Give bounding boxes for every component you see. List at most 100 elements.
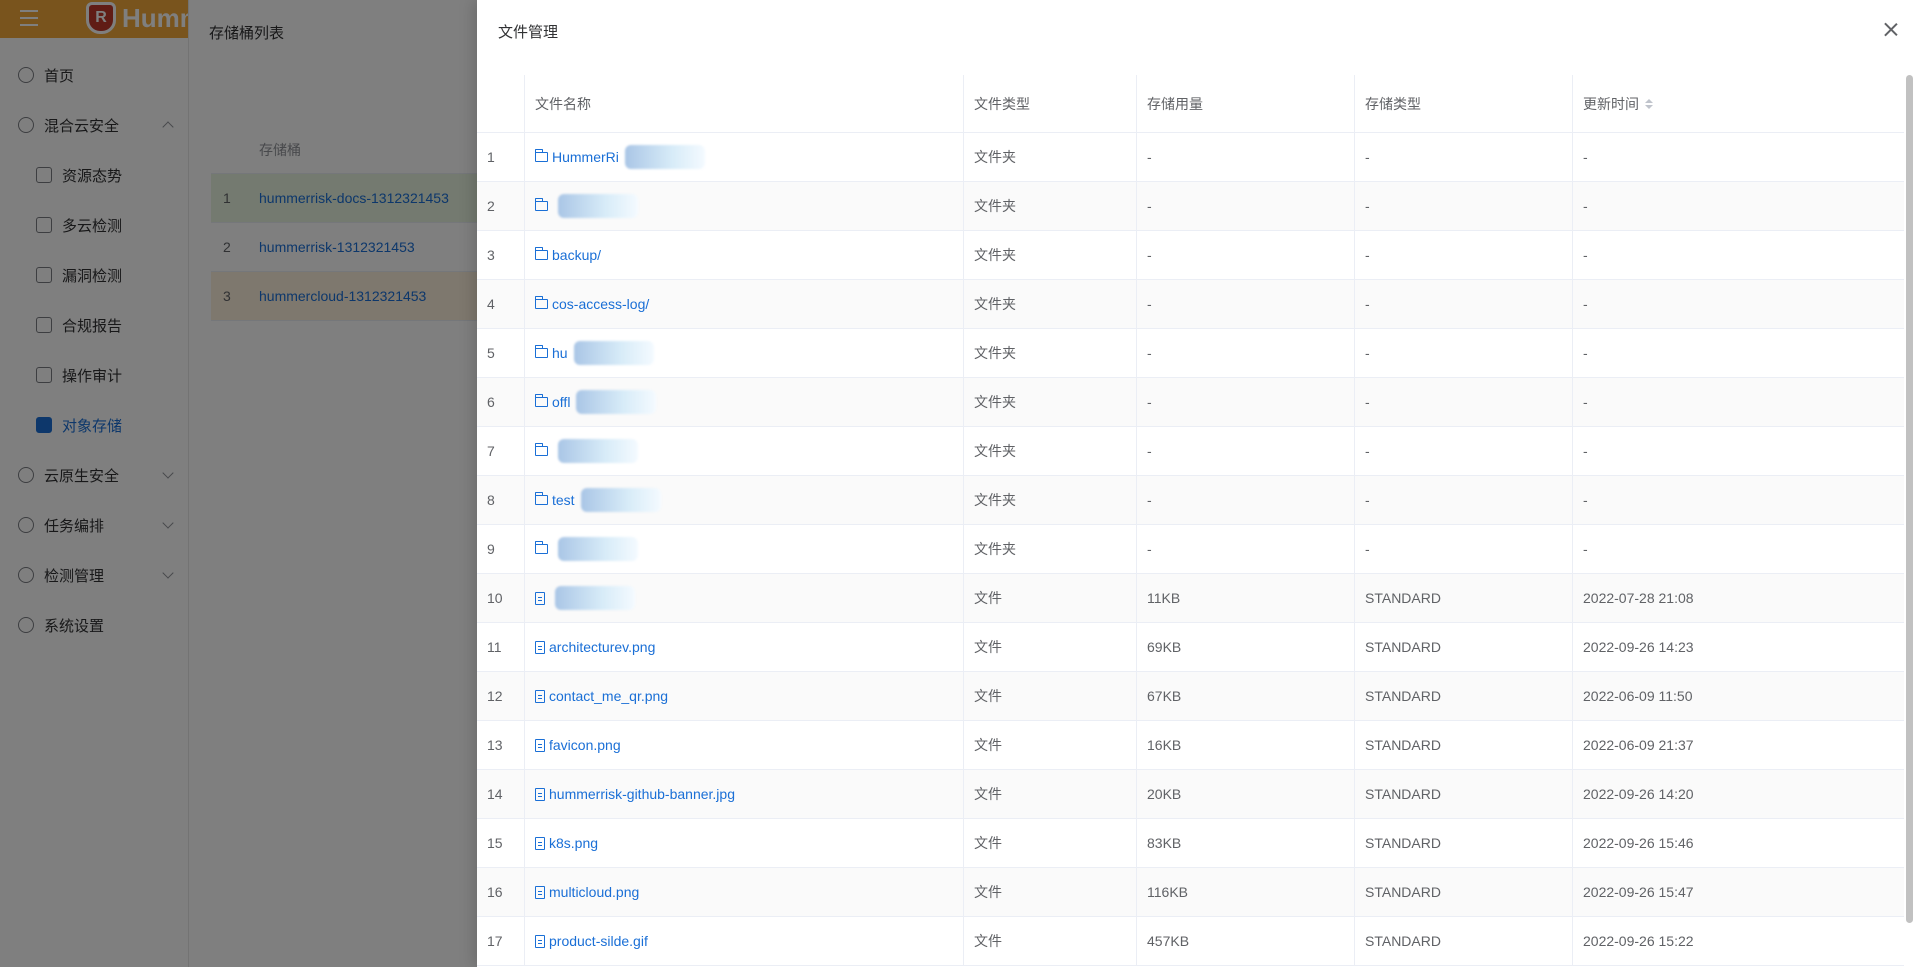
folder-link[interactable]: HummerRi [535, 145, 705, 169]
folder-icon [535, 198, 548, 211]
table-row: 6 offl 文件夹 - - - [477, 378, 1904, 427]
table-row: 9 文件夹 - - - [477, 525, 1904, 574]
folder-link[interactable] [535, 537, 638, 561]
file-link[interactable]: multicloud.png [535, 884, 639, 900]
file-name-cell: hummerrisk-github-banner.jpg [525, 770, 964, 818]
folder-link[interactable]: backup/ [535, 247, 601, 263]
storage-class: - [1355, 329, 1573, 377]
file-icon [535, 885, 545, 899]
storage-class: - [1355, 231, 1573, 279]
file-name-cell: favicon.png [525, 721, 964, 769]
folder-link[interactable]: test [535, 488, 661, 512]
file-name-cell: multicloud.png [525, 868, 964, 916]
file-name-cell: cos-access-log/ [525, 280, 964, 328]
storage-class: - [1355, 133, 1573, 181]
storage-class: - [1355, 280, 1573, 328]
file-type: 文件夹 [964, 280, 1137, 328]
redacted-name [558, 194, 638, 218]
folder-link[interactable]: cos-access-log/ [535, 296, 649, 312]
file-type: 文件 [964, 721, 1137, 769]
file-size: 457KB [1137, 917, 1355, 965]
file-link[interactable]: contact_me_qr.png [535, 688, 668, 704]
file-name-cell: offl [525, 378, 964, 426]
file-link[interactable]: product-silde.gif [535, 933, 648, 949]
file-name: test [552, 492, 575, 508]
table-row: 14 hummerrisk-github-banner.jpg 文件 20KB STAN… [477, 770, 1904, 819]
folder-link[interactable] [535, 439, 638, 463]
column-header-updated[interactable]: 更新时间 [1573, 75, 1904, 132]
row-index: 3 [477, 231, 525, 279]
storage-class: STANDARD [1355, 770, 1573, 818]
close-icon[interactable] [1880, 19, 1902, 41]
file-type: 文件 [964, 819, 1137, 867]
row-index: 10 [477, 574, 525, 622]
table-row: 7 文件夹 - - - [477, 427, 1904, 476]
file-name-cell [525, 574, 964, 622]
file-name: hummerrisk-github-banner.jpg [549, 786, 735, 802]
file-link[interactable] [535, 586, 635, 610]
folder-link[interactable]: hu [535, 341, 654, 365]
file-type: 文件 [964, 623, 1137, 671]
redacted-name [573, 341, 654, 365]
file-icon [535, 934, 545, 948]
file-size: - [1137, 427, 1355, 475]
updated-time: 2022-09-26 15:47 [1583, 884, 1694, 900]
updated-time: 2022-09-26 15:46 [1583, 835, 1694, 851]
file-link[interactable]: k8s.png [535, 835, 598, 851]
sort-icon[interactable] [1645, 98, 1653, 109]
column-header-updated-label: 更新时间 [1583, 95, 1639, 112]
file-size: 83KB [1137, 819, 1355, 867]
file-name-cell [525, 427, 964, 475]
folder-icon [535, 247, 548, 260]
file-name-cell [525, 182, 964, 230]
file-name-cell: hu [525, 329, 964, 377]
file-size: 16KB [1137, 721, 1355, 769]
folder-icon [535, 296, 548, 309]
folder-link[interactable] [535, 194, 638, 218]
file-size: 116KB [1137, 868, 1355, 916]
file-name-cell: contact_me_qr.png [525, 672, 964, 720]
file-icon [535, 836, 545, 850]
row-index: 15 [477, 819, 525, 867]
file-name-cell: product-silde.gif [525, 917, 964, 965]
table-row: 4 cos-access-log/文件夹 - - - [477, 280, 1904, 329]
file-name-cell: backup/ [525, 231, 964, 279]
file-name: multicloud.png [549, 884, 640, 900]
row-index: 4 [477, 280, 525, 328]
file-type: 文件 [964, 917, 1137, 965]
file-size: 20KB [1137, 770, 1355, 818]
updated-time: - [1583, 443, 1588, 459]
table-row: 11 architecturev.png 文件 69KB STANDARD 2022-09… [477, 623, 1904, 672]
table-row: 1 HummerRi 文件夹 - - - [477, 133, 1904, 182]
file-size: - [1137, 378, 1355, 426]
file-type: 文件夹 [964, 231, 1137, 279]
table-row: 15 k8s.png 文件 83KB STANDARD 2022-09-26 15:46 [477, 819, 1904, 868]
file-size: - [1137, 182, 1355, 230]
row-index: 12 [477, 672, 525, 720]
file-icon [535, 689, 545, 703]
file-name: cos-access-log/ [552, 296, 650, 312]
file-name-cell: k8s.png [525, 819, 964, 867]
table-row: 5 hu 文件夹 - - - [477, 329, 1904, 378]
file-icon [535, 591, 545, 605]
file-link[interactable]: favicon.png [535, 737, 621, 753]
updated-time: 2022-06-09 21:37 [1583, 737, 1694, 753]
file-size: - [1137, 525, 1355, 573]
storage-class: STANDARD [1355, 917, 1573, 965]
table-row: 12 contact_me_qr.png 文件 67KB STANDARD 2022-06… [477, 672, 1904, 721]
row-index: 14 [477, 770, 525, 818]
redacted-name [555, 586, 635, 610]
file-type: 文件夹 [964, 427, 1137, 475]
updated-time: 2022-07-28 21:08 [1583, 590, 1694, 606]
index-header [477, 75, 525, 132]
folder-link[interactable]: offl [535, 390, 657, 414]
table-row: 17 product-silde.gif 文件 457KB STANDARD 2022-0… [477, 917, 1904, 966]
drawer-header: 文件管理 [477, 0, 1916, 62]
storage-class: - [1355, 427, 1573, 475]
file-link[interactable]: architecturev.png [535, 639, 655, 655]
scrollbar[interactable] [1906, 75, 1913, 923]
row-index: 7 [477, 427, 525, 475]
folder-icon [535, 394, 548, 407]
file-link[interactable]: hummerrisk-github-banner.jpg [535, 786, 735, 802]
file-type: 文件夹 [964, 378, 1137, 426]
